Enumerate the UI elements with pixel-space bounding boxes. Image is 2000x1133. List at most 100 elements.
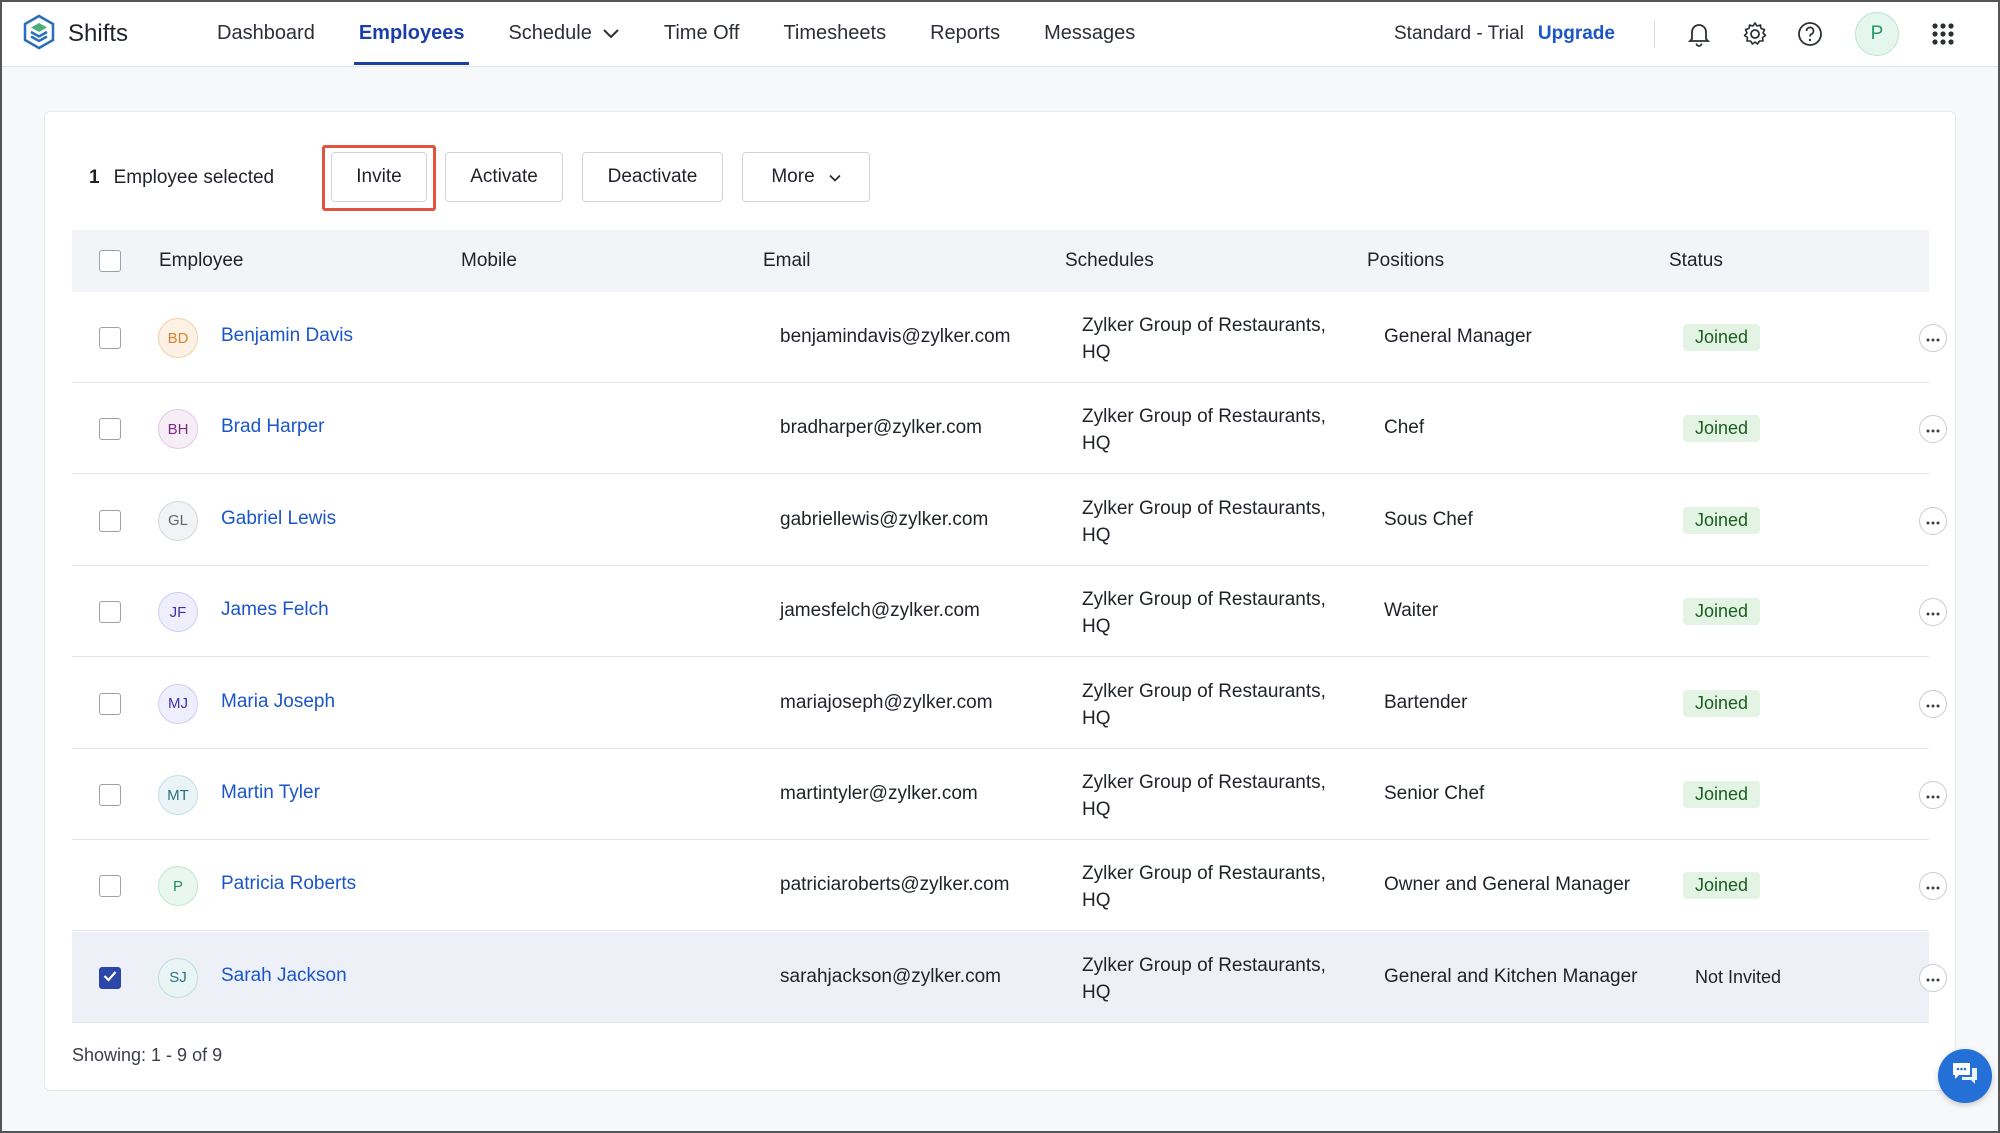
row-actions-button[interactable] — [1919, 415, 1947, 444]
position-cell: Waiter — [1384, 600, 1439, 622]
apps-grid-icon[interactable] — [1926, 17, 1960, 51]
deactivate-button[interactable]: Deactivate — [582, 152, 723, 202]
nav-label: Timesheets — [783, 22, 887, 44]
schedule-line: Zylker Group of Restaurants, — [1082, 680, 1326, 702]
status-badge: Joined — [1683, 598, 1761, 626]
schedule-line: HQ — [1082, 799, 1111, 820]
upgrade-link[interactable]: Upgrade — [1538, 23, 1615, 45]
chat-icon — [1950, 1060, 1980, 1093]
row-checkbox[interactable] — [99, 509, 121, 532]
schedule-cell: Zylker Group of Restaurants, HQ — [1082, 769, 1342, 823]
table-row[interactable]: P Patricia Roberts patriciaroberts@zylker.… — [72, 840, 1947, 932]
nav-employees[interactable]: Employees — [342, 0, 482, 67]
table-row[interactable]: SJ Sarah Jackson sarahjackson@zylker.com Zy… — [72, 931, 1947, 1023]
employee-name-link[interactable]: Maria Joseph — [221, 691, 335, 713]
schedule-line: HQ — [1082, 342, 1111, 363]
row-checkbox[interactable] — [99, 966, 121, 989]
plan-label: Standard - Trial — [1394, 22, 1524, 44]
invite-button[interactable]: Invite — [331, 152, 427, 202]
nav-messages[interactable]: Messages — [1027, 0, 1152, 67]
table-row[interactable]: BH Brad Harper bradharper@zylker.com Zylker… — [72, 383, 1947, 475]
row-checkbox[interactable] — [99, 418, 121, 441]
column-header-positions[interactable]: Positions — [1367, 230, 1444, 292]
nav-timesheets[interactable]: Timesheets — [766, 0, 903, 67]
nav-reports[interactable]: Reports — [913, 0, 1017, 67]
row-actions-button[interactable] — [1919, 689, 1947, 718]
column-header-mobile[interactable]: Mobile — [461, 230, 517, 292]
row-checkbox[interactable] — [99, 784, 121, 806]
nav-dashboard[interactable]: Dashboard — [200, 0, 332, 67]
table-row[interactable]: MT Martin Tyler martintyler@zylker.com Zylk… — [72, 749, 1947, 840]
email-cell: sarahjackson@zylker.com — [780, 965, 1001, 987]
row-actions-button[interactable] — [1919, 963, 1947, 992]
avatar: MT — [158, 775, 198, 815]
chevron-down-icon — [602, 22, 620, 45]
plan-info: Standard - Trial Upgrade — [1394, 0, 1615, 67]
table-row[interactable]: GL Gabriel Lewis gabriellewis@zylker.com Zy… — [72, 475, 1947, 566]
employee-name-link[interactable]: Gabriel Lewis — [221, 508, 336, 530]
row-actions-button[interactable] — [1919, 872, 1947, 901]
avatar: BH — [158, 409, 198, 450]
table-row[interactable]: MJ Maria Joseph mariajoseph@zylker.com Zylk… — [72, 658, 1947, 749]
email-cell: mariajoseph@zylker.com — [780, 691, 993, 713]
avatar: P — [158, 866, 198, 907]
row-checkbox[interactable] — [99, 692, 121, 715]
employee-name-link[interactable]: Sarah Jackson — [221, 965, 347, 987]
schedule-line: HQ — [1082, 890, 1111, 912]
position-cell: Senior Chef — [1384, 783, 1485, 804]
position-cell: General and Kitchen Manager — [1384, 965, 1638, 987]
position-cell: General Manager — [1384, 326, 1532, 347]
table-row[interactable]: BD Benjamin Davis benjamindavis@zylker.com… — [72, 292, 1947, 383]
row-checkbox[interactable] — [99, 327, 121, 349]
email-cell: benjamindavis@zylker.com — [780, 326, 1011, 347]
divider — [1654, 20, 1655, 48]
email-cell: bradharper@zylker.com — [780, 417, 982, 439]
selected-label: Employee selected — [113, 167, 275, 188]
row-actions-button[interactable] — [1919, 324, 1947, 352]
row-actions-button[interactable] — [1919, 598, 1947, 627]
brand[interactable]: Shifts — [22, 14, 128, 54]
schedule-line: Zylker Group of Restaurants, — [1082, 772, 1326, 793]
help-icon[interactable] — [1793, 17, 1827, 51]
employee-name-link[interactable]: Benjamin Davis — [221, 325, 353, 347]
email-cell: gabriellewis@zylker.com — [780, 508, 989, 530]
bell-icon[interactable] — [1682, 17, 1716, 51]
shifts-logo-icon — [22, 14, 56, 55]
row-actions-button[interactable] — [1919, 506, 1947, 535]
nav-label: Employees — [358, 22, 465, 44]
column-header-status[interactable]: Status — [1669, 230, 1723, 292]
nav-time-off[interactable]: Time Off — [647, 0, 757, 67]
more-dots-icon — [1926, 695, 1940, 713]
row-checkbox[interactable] — [99, 601, 121, 624]
email-cell: jamesfelch@zylker.com — [780, 600, 980, 622]
schedule-cell: Zylker Group of Restaurants, HQ — [1082, 495, 1342, 549]
schedule-cell: Zylker Group of Restaurants, HQ — [1082, 403, 1342, 457]
more-dots-icon — [1926, 329, 1940, 347]
nav-label: Messages — [1044, 22, 1136, 44]
chat-button[interactable] — [1938, 1049, 1992, 1103]
select-all-checkbox[interactable] — [99, 250, 121, 272]
employee-name-link[interactable]: Martin Tyler — [221, 782, 320, 804]
table-row[interactable]: JF James Felch jamesfelch@zylker.com Zylker… — [72, 566, 1947, 658]
user-avatar[interactable]: P — [1855, 12, 1899, 56]
more-dots-icon — [1926, 512, 1940, 530]
employee-name-link[interactable]: James Felch — [221, 599, 329, 621]
column-header-employee[interactable]: Employee — [159, 230, 244, 292]
employee-name-link[interactable]: Brad Harper — [221, 416, 325, 438]
schedule-cell: Zylker Group of Restaurants, HQ — [1082, 586, 1342, 640]
chevron-down-icon — [829, 166, 841, 188]
row-actions-button[interactable] — [1919, 781, 1947, 809]
employee-name-link[interactable]: Patricia Roberts — [221, 873, 356, 895]
nav-schedule[interactable]: Schedule — [491, 0, 636, 67]
schedule-line: Zylker Group of Restaurants, — [1082, 589, 1326, 611]
gear-icon[interactable] — [1738, 17, 1772, 51]
schedule-line: Zylker Group of Restaurants, — [1082, 863, 1326, 885]
column-header-schedules[interactable]: Schedules — [1065, 230, 1154, 292]
activate-button[interactable]: Activate — [445, 152, 563, 202]
column-header-email[interactable]: Email — [763, 230, 811, 292]
row-checkbox[interactable] — [99, 875, 121, 898]
more-dropdown-button[interactable]: More — [742, 152, 870, 202]
more-dots-icon — [1926, 969, 1940, 987]
position-cell: Chef — [1384, 417, 1425, 439]
position-cell: Bartender — [1384, 691, 1468, 713]
